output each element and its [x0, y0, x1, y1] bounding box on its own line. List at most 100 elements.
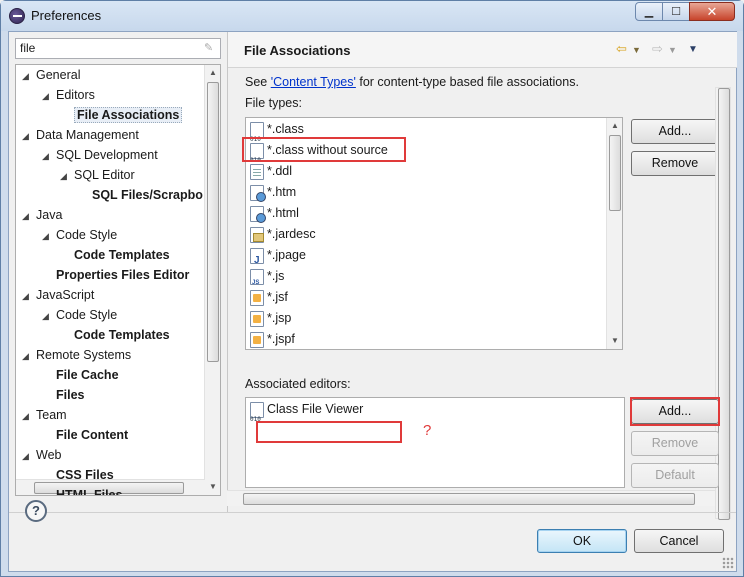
expand-triangle-icon[interactable]: ◢ [22, 446, 32, 466]
tree-item[interactable]: ◢ General [22, 65, 80, 85]
tree-item-label: File Cache [56, 368, 119, 382]
tree-item[interactable]: File Associations [60, 105, 183, 125]
expand-triangle-icon[interactable]: ◢ [42, 226, 52, 246]
tree-item-label: Editors [56, 88, 95, 102]
tree-item[interactable]: ◢ Team [22, 405, 67, 425]
minimize-button[interactable]: ▁ [635, 2, 663, 21]
file-type-label: *.class [267, 122, 304, 136]
tree-item[interactable]: ◢ Code Style [42, 305, 117, 325]
scroll-down-icon[interactable]: ▼ [607, 333, 622, 349]
scroll-up-icon[interactable]: ▲ [607, 118, 622, 134]
pane-divider[interactable] [227, 32, 228, 512]
scroll-up-icon[interactable]: ▲ [205, 65, 220, 81]
tree-item[interactable]: File Content [42, 425, 128, 445]
content-types-link[interactable]: 'Content Types' [271, 75, 356, 89]
filter-input[interactable]: file ✎ [15, 38, 221, 59]
ok-button[interactable]: OK [537, 529, 627, 553]
page-title: File Associations [244, 43, 351, 58]
expand-triangle-icon[interactable]: ◢ [42, 146, 52, 166]
tree-item-label: Code Style [56, 228, 118, 242]
tree-item[interactable]: File Cache [42, 365, 119, 385]
forward-arrow-icon[interactable]: ⇨ [652, 41, 663, 57]
tree-item[interactable]: ◢ SQL Development [42, 145, 158, 165]
globe-file-icon [250, 184, 266, 202]
editor-item[interactable]: Class File Viewer [250, 399, 363, 430]
tree-item[interactable]: ◢ JavaScript [22, 285, 94, 305]
tree-item[interactable]: ◢ Remote Systems [22, 345, 131, 365]
expand-triangle-icon[interactable]: ◢ [42, 86, 52, 106]
tree-item[interactable]: Code Templates [60, 325, 170, 345]
tree-item-label: Team [36, 408, 67, 422]
file-types-scroll-thumb[interactable] [609, 135, 621, 211]
page-hscroll-thumb[interactable] [243, 493, 695, 505]
tree-scroll-thumb[interactable] [207, 82, 219, 362]
page-horizontal-scrollbar[interactable] [227, 490, 715, 506]
tree-item-label: JavaScript [36, 288, 95, 302]
jsp-file-icon [250, 310, 264, 327]
cancel-button[interactable]: Cancel [634, 529, 724, 553]
file-type-remove-button[interactable]: Remove [631, 151, 719, 176]
tree-item[interactable]: ◢ Web [22, 445, 61, 465]
file-type-item[interactable]: *.ddl [250, 161, 292, 182]
editor-default-button[interactable]: Default [631, 463, 719, 488]
preference-tree[interactable]: ▲ ▼ ◢ General ◢ Editors File Associations ◢ Da… [15, 64, 221, 496]
tree-item[interactable]: CSS Files [42, 465, 114, 485]
back-arrow-icon[interactable]: ⇦ [616, 41, 627, 57]
scroll-down-icon[interactable]: ▼ [205, 479, 220, 495]
file-type-item[interactable]: *.jardesc [250, 224, 316, 245]
file-type-item[interactable]: *.js [250, 266, 284, 294]
tree-item-label: Properties Files Editor [56, 268, 190, 282]
expand-triangle-icon[interactable]: ◢ [22, 66, 32, 86]
file-type-label: *.ddl [267, 164, 293, 178]
highlight-empty-editor [256, 421, 402, 443]
help-icon[interactable]: ? [25, 500, 47, 522]
footer-divider [9, 512, 736, 513]
class-file-icon [250, 401, 264, 430]
file-type-item[interactable]: *.jpage [250, 245, 306, 271]
expand-triangle-icon[interactable]: ◢ [60, 166, 70, 186]
file-type-label: *.htm [267, 185, 297, 199]
tree-item[interactable]: ◢ Java [22, 205, 62, 225]
editor-remove-button[interactable]: Remove [631, 431, 719, 456]
content-types-info: See 'Content Types' for content-type bas… [245, 75, 579, 89]
tree-item[interactable]: Code Templates [60, 245, 170, 265]
resize-grip[interactable] [722, 557, 734, 569]
expand-triangle-icon[interactable]: ◢ [22, 206, 32, 226]
eclipse-icon [9, 8, 25, 24]
forward-dropdown-icon[interactable]: ▼ [668, 45, 677, 55]
file-type-add-button[interactable]: Add... [631, 119, 719, 144]
tree-item[interactable]: Properties Files Editor [42, 265, 189, 285]
file-type-item[interactable]: *.jspf [250, 329, 295, 349]
tree-item-label: File Associations [74, 107, 183, 123]
tree-item-label: SQL Development [56, 148, 158, 162]
back-dropdown-icon[interactable]: ▼ [632, 45, 641, 55]
tree-item-label: HTML Files [56, 488, 123, 496]
tree-item[interactable]: ◢ Code Style [42, 225, 117, 245]
preferences-window: Preferences ▁ ☐ ✕ file ✎ ▲ ▼ ◢ General ◢ Ed… [0, 0, 744, 577]
tree-item[interactable]: ◢ Data Management [22, 125, 139, 145]
file-type-item[interactable]: *.jsp [250, 308, 291, 329]
tree-vertical-scrollbar[interactable]: ▲ ▼ [204, 65, 220, 495]
expand-triangle-icon[interactable]: ◢ [22, 406, 32, 426]
expand-triangle-icon[interactable]: ◢ [22, 346, 32, 366]
file-type-label: *.jardesc [267, 227, 316, 241]
file-type-item[interactable]: *.htm [250, 182, 296, 203]
expand-triangle-icon[interactable]: ◢ [22, 126, 32, 146]
tree-item[interactable]: Files [42, 385, 85, 405]
tree-item[interactable]: ◢ Editors [42, 85, 95, 105]
close-button[interactable]: ✕ [689, 2, 735, 21]
page-scroll-thumb[interactable] [718, 88, 730, 520]
tree-item[interactable]: SQL Files/Scrapbo [78, 185, 203, 205]
tree-item[interactable]: ◢ SQL Editor [60, 165, 135, 185]
highlight-class-without-source [242, 137, 406, 162]
tree-item-label: Code Templates [74, 248, 170, 262]
view-menu-icon[interactable]: ▼ [688, 44, 698, 55]
expand-triangle-icon[interactable]: ◢ [42, 306, 52, 326]
file-types-scrollbar[interactable]: ▲ ▼ [606, 118, 622, 349]
file-type-item[interactable]: *.html [250, 203, 299, 224]
file-type-item[interactable]: *.jsf [250, 287, 288, 308]
tree-item[interactable]: HTML Files [42, 485, 123, 496]
clear-filter-icon[interactable]: ✎ [204, 42, 216, 54]
expand-triangle-icon[interactable]: ◢ [22, 286, 32, 306]
maximize-button[interactable]: ☐ [662, 2, 690, 21]
